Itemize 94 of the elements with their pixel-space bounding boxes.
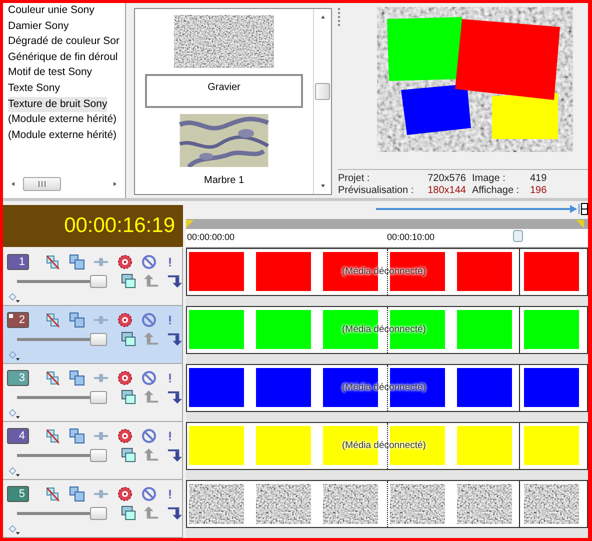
prohibited-icon[interactable] (141, 254, 157, 270)
overlapping-squares-icon[interactable] (69, 486, 85, 502)
video-clip[interactable] (524, 252, 579, 291)
info-value: 196 (530, 185, 548, 197)
film-alpha-icon[interactable] (121, 331, 136, 347)
timecode-display: 00:00:16:19 (3, 205, 183, 247)
zoom-slider-drawing[interactable] (376, 202, 588, 216)
diamond-caret-icon[interactable] (7, 350, 23, 363)
diamond-caret-icon[interactable] (7, 524, 23, 537)
list-item[interactable]: Dégradé de couleur Sor (8, 34, 120, 50)
list-item[interactable]: Texte Sony (8, 80, 60, 97)
video-clip[interactable] (457, 252, 512, 291)
info-label: Prévisualisation : (338, 185, 415, 197)
video-clip[interactable] (189, 368, 244, 407)
film-alpha-icon[interactable] (121, 505, 136, 521)
video-clip[interactable] (189, 252, 244, 291)
video-clip[interactable] (524, 368, 579, 407)
left-arrow-icon[interactable] (9, 179, 17, 189)
prohibited-icon[interactable] (141, 312, 157, 328)
diamond-caret-icon[interactable] (7, 292, 23, 305)
video-clip (323, 484, 378, 524)
overlapping-squares-icon[interactable] (69, 312, 85, 328)
list-item[interactable]: (Module externe hérité) (8, 112, 117, 128)
list-item[interactable]: Texture de bruit Sony (8, 96, 108, 112)
video-clip[interactable] (256, 426, 311, 465)
info-label: Projet : (338, 173, 371, 185)
video-clip[interactable] (256, 252, 311, 291)
slider-thumb[interactable] (90, 448, 107, 462)
track-number[interactable]: 4 (7, 428, 29, 444)
diamond-caret-icon[interactable] (7, 466, 23, 479)
video-clip (390, 484, 445, 524)
video-clip[interactable] (256, 368, 311, 407)
ruler-label: 00:00:00:00 (187, 232, 235, 242)
film-alpha-icon[interactable] (121, 447, 136, 463)
list-item[interactable]: Motif de test Sony (8, 65, 92, 81)
track-number[interactable]: 5 (7, 486, 29, 502)
film-alpha-icon[interactable] (121, 389, 136, 405)
list-item[interactable]: Couleur unie Sony (8, 3, 94, 19)
prohibited-icon[interactable] (141, 428, 157, 444)
info-value: 419 (530, 173, 548, 185)
gear-icon[interactable] (117, 428, 133, 444)
slider-thumb[interactable] (90, 332, 107, 346)
slider-thumb[interactable] (90, 390, 107, 404)
down-arrow-icon[interactable] (167, 505, 182, 521)
video-clip[interactable] (189, 310, 244, 349)
list-item[interactable]: Générique de fin déroul (8, 50, 118, 66)
diamond-caret-icon[interactable] (7, 408, 23, 421)
list-item[interactable]: (Module externe hérité) (8, 128, 117, 144)
overlapping-squares-icon[interactable] (69, 428, 85, 444)
down-arrow-icon[interactable] (167, 273, 182, 289)
video-clip[interactable] (256, 310, 311, 349)
film-alpha-icon[interactable] (121, 273, 136, 289)
overlapping-squares-icon[interactable] (69, 370, 85, 386)
drag-handle-icon[interactable] (338, 7, 341, 27)
video-clip (457, 484, 512, 524)
overlapping-squares-icon[interactable] (69, 254, 85, 270)
info-label: Affichage : (472, 185, 520, 197)
crossed-squares-icon[interactable] (45, 370, 61, 386)
video-clip (524, 484, 579, 524)
down-arrow-icon[interactable] (167, 331, 182, 347)
crossed-squares-icon[interactable] (45, 254, 61, 270)
slider-thumb[interactable] (90, 274, 107, 288)
gear-icon[interactable] (117, 312, 133, 328)
crossed-squares-icon[interactable] (45, 486, 61, 502)
video-clip[interactable] (524, 426, 579, 465)
video-clip[interactable] (457, 426, 512, 465)
track-number[interactable]: 1 (7, 254, 29, 270)
crossed-squares-icon[interactable] (45, 428, 61, 444)
scrollbar-thumb[interactable] (315, 83, 330, 100)
preset-label[interactable]: Marbre 1 (145, 173, 303, 188)
playhead-handle-icon[interactable] (513, 230, 523, 242)
list-item[interactable]: Damier Sony (8, 18, 69, 34)
video-clip[interactable] (189, 426, 244, 465)
video-clip[interactable] (457, 368, 512, 407)
prohibited-icon[interactable] (141, 486, 157, 502)
down-arrow-icon[interactable] (167, 447, 182, 463)
info-label: Image : (472, 173, 506, 185)
info-value: 720x576 (426, 173, 467, 185)
right-arrow-icon[interactable] (111, 179, 119, 189)
info-value: 180x144 (426, 185, 467, 197)
video-clip[interactable] (524, 310, 579, 349)
ruler-label: 00:00:10:00 (387, 232, 435, 242)
slider-thumb[interactable] (90, 506, 107, 520)
gear-icon[interactable] (117, 254, 133, 270)
gear-icon[interactable] (117, 370, 133, 386)
video-clip (256, 484, 311, 524)
gear-icon[interactable] (117, 486, 133, 502)
video-clip[interactable] (457, 310, 512, 349)
crossed-squares-icon[interactable] (45, 312, 61, 328)
down-arrow-icon[interactable] (167, 389, 182, 405)
track-number[interactable]: 2 (7, 312, 29, 328)
scrollbar-thumb[interactable] (23, 177, 61, 191)
prohibited-icon[interactable] (141, 370, 157, 386)
preset-label[interactable]: Gravier (145, 74, 303, 108)
